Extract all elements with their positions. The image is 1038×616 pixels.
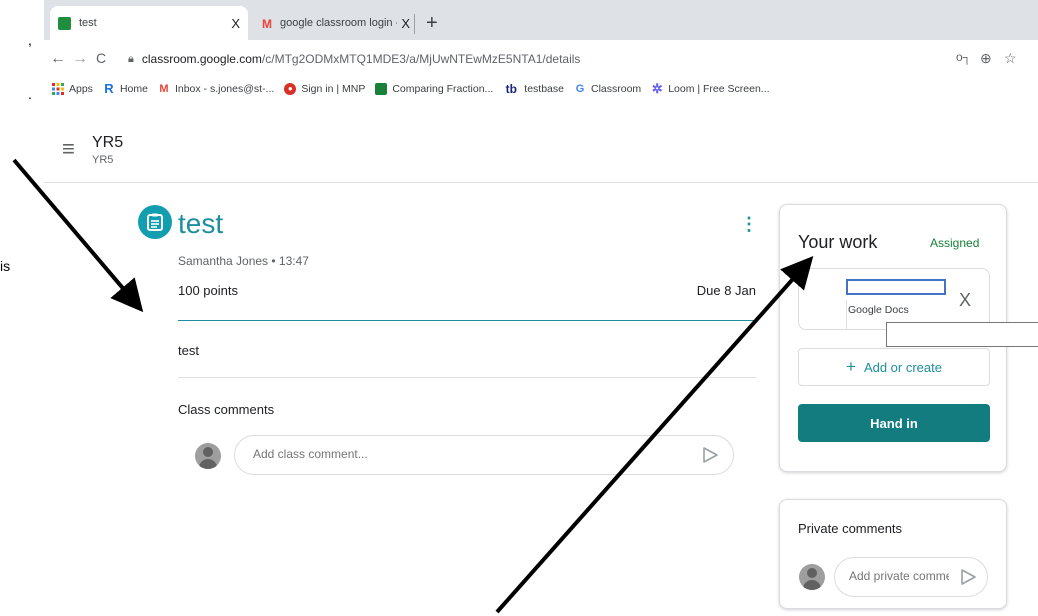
- margin-text-period: .: [28, 86, 32, 102]
- browser-toolbar: ← → C 🔒︎ classroom.google.com/c/MTg2ODMx…: [44, 40, 1038, 78]
- assignment-due-date: Due 8 Jan: [696, 283, 756, 298]
- add-or-create-button[interactable]: + Add or create: [798, 348, 990, 386]
- back-arrow-icon[interactable]: ←: [50, 50, 66, 68]
- classroom-header: ≡ YR5 YR5 ⋮: [44, 100, 1038, 183]
- apps-grid-icon: [52, 83, 64, 95]
- class-section: YR5: [92, 154, 114, 166]
- assignment-author-time: Samantha Jones • 13:47: [178, 254, 309, 268]
- bookmark-classroom[interactable]: G Classroom: [574, 83, 641, 95]
- attachment-type-label: Google Docs: [848, 304, 909, 316]
- bookmark-label: Home: [119, 83, 148, 95]
- send-icon[interactable]: [959, 568, 977, 591]
- lock-icon: 🔒︎: [128, 52, 134, 65]
- bookmark-star-icon[interactable]: ☆: [1004, 50, 1017, 67]
- divider: [178, 320, 756, 321]
- class-comment-field[interactable]: [234, 435, 734, 475]
- browser-tab-strip: test X M google classroom login - s.jone…: [44, 0, 1038, 40]
- bookmarks-bar: Apps R Home M Inbox - s.jones@st-... ● S…: [44, 78, 1038, 100]
- new-tab-button[interactable]: +: [426, 12, 438, 35]
- assignment-icon: [138, 205, 172, 239]
- divider: [178, 377, 756, 378]
- tab-test[interactable]: test X: [50, 6, 248, 40]
- assignment-more-vert-icon[interactable]: ⋮: [740, 214, 758, 235]
- hamburger-menu-icon[interactable]: ≡: [62, 136, 75, 162]
- avatar: [195, 443, 221, 469]
- tab-separator: [414, 14, 415, 34]
- loom-icon: ✲: [651, 81, 663, 96]
- mnp-icon: ●: [284, 83, 297, 95]
- bookmark-label: Apps: [69, 83, 93, 95]
- bookmark-mnp[interactable]: ● Sign in | MNP: [284, 83, 365, 95]
- zoom-icon[interactable]: ⊕: [980, 50, 992, 67]
- address-bar[interactable]: 🔒︎ classroom.google.com/c/MTg2ODMxMTQ1MD…: [128, 45, 1008, 73]
- tb-icon: tb: [505, 82, 517, 96]
- bookmark-comparing-fraction[interactable]: Comparing Fraction...: [375, 83, 493, 95]
- tab-google-classroom-login[interactable]: M google classroom login - s.jones X: [254, 6, 418, 40]
- bookmark-label: Inbox - s.jones@st-...: [174, 83, 275, 95]
- plus-icon: +: [846, 357, 856, 376]
- bookmark-home[interactable]: R Home: [103, 81, 148, 96]
- status-badge: Assigned: [930, 236, 980, 250]
- close-tab-icon[interactable]: X: [231, 16, 240, 31]
- bookmark-testbase[interactable]: tb testbase: [503, 83, 564, 95]
- reload-icon[interactable]: C: [96, 50, 106, 66]
- bookmark-label: Sign in | MNP: [301, 83, 366, 95]
- gmail-icon: M: [159, 83, 169, 95]
- gmail-favicon-icon: M: [262, 16, 272, 31]
- bookmark-loom[interactable]: ✲ Loom | Free Screen...: [651, 81, 770, 96]
- class-name[interactable]: YR5: [92, 134, 123, 152]
- more-vert-icon[interactable]: ⋮: [1030, 136, 1038, 157]
- private-comment-field[interactable]: [834, 557, 988, 597]
- remove-attachment-button[interactable]: X: [959, 290, 971, 311]
- attachment-thumbnail-divider: [846, 300, 847, 330]
- bookmark-apps[interactable]: Apps: [52, 83, 93, 95]
- margin-text-comma: ,: [28, 32, 32, 48]
- private-comments-title: Private comments: [798, 521, 903, 536]
- google-icon: G: [575, 83, 585, 95]
- send-icon[interactable]: [701, 446, 719, 469]
- add-or-create-label: Add or create: [863, 359, 942, 375]
- avatar: [799, 564, 825, 590]
- assignment-points: 100 points: [178, 283, 238, 298]
- bookmark-label: testbase: [524, 83, 564, 95]
- class-comment-input[interactable]: [251, 446, 675, 462]
- private-comment-input[interactable]: [847, 568, 951, 584]
- bookmark-label: Loom | Free Screen...: [668, 83, 770, 95]
- key-icon[interactable]: o┐: [956, 50, 971, 64]
- bookmark-inbox[interactable]: M Inbox - s.jones@st-...: [158, 83, 274, 95]
- forward-arrow-icon[interactable]: →: [72, 50, 88, 68]
- bookmark-label: Classroom: [591, 83, 642, 95]
- hand-in-button[interactable]: Hand in: [798, 404, 990, 442]
- fraction-icon: [375, 83, 388, 95]
- annotation-box: [886, 322, 1038, 347]
- tab-title: google classroom login - s.jones: [280, 17, 397, 29]
- r-icon: R: [104, 81, 114, 96]
- bookmark-label: Comparing Fraction...: [392, 83, 494, 95]
- tab-title: test: [79, 17, 97, 29]
- url-path: /c/MTg2ODMxMTQ1MDE3/a/MjUwNTEwMzE5NTA1/d…: [261, 52, 581, 66]
- margin-text-is: is: [0, 258, 11, 274]
- url-host: classroom.google.com: [141, 52, 262, 66]
- assignment-description: test: [178, 343, 199, 358]
- redaction-box: [846, 279, 946, 295]
- class-comments-title: Class comments: [178, 402, 275, 417]
- close-tab-icon[interactable]: X: [401, 16, 410, 31]
- your-work-title: Your work: [798, 232, 878, 252]
- classroom-favicon-icon: [58, 16, 71, 30]
- assignment-title: test: [178, 208, 224, 239]
